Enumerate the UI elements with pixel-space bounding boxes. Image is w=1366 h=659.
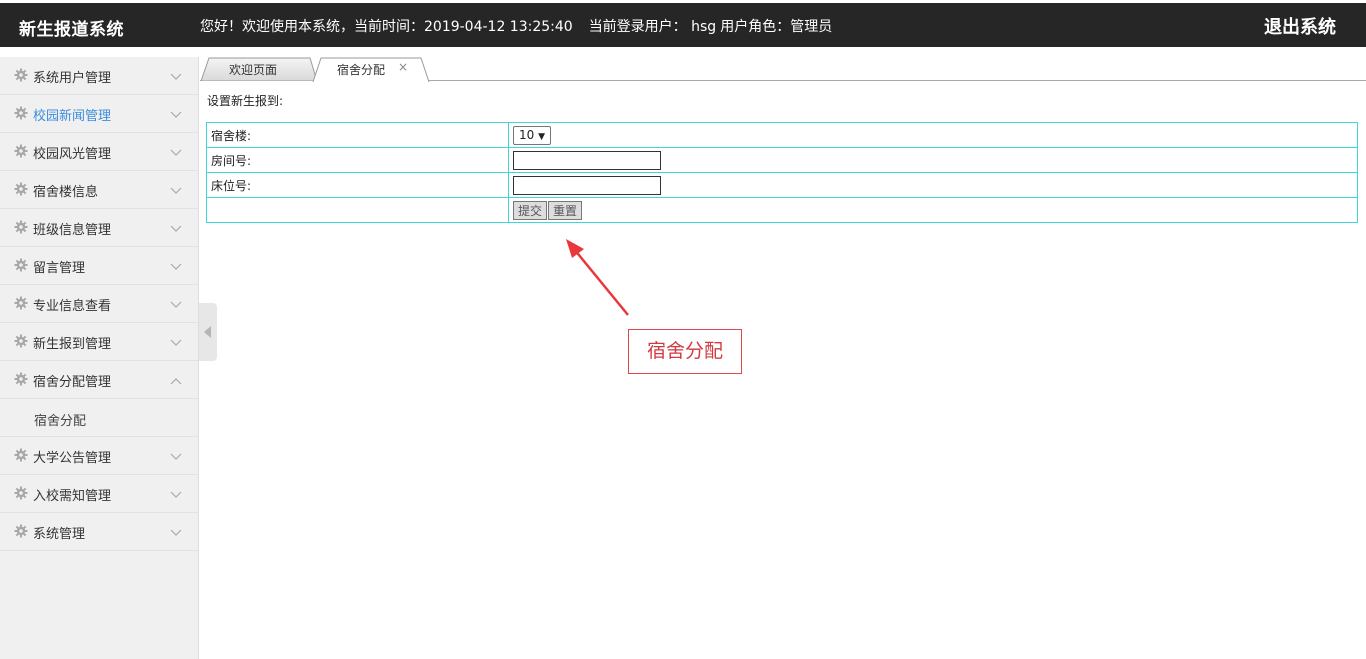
submit-button[interactable]: 提交: [513, 200, 548, 220]
form-row-bed: 床位号:: [206, 172, 1358, 198]
sidebar-item-0[interactable]: 系统用户管理: [0, 57, 198, 95]
login-user-text: 当前登录用户： hsg: [588, 19, 717, 35]
app-title: 新生报道系统: [19, 20, 124, 40]
gear-icon: [14, 68, 28, 82]
sidebar-item-label: 专业信息查看: [33, 299, 112, 314]
gear-icon: [14, 448, 28, 462]
logout-button[interactable]: 退出系统: [1264, 13, 1336, 39]
sidebar-item-label: 系统用户管理: [33, 71, 112, 86]
welcome-bar: 您好！欢迎使用本系统，当前时间：2019-04-12 13:25:40 当前登录用…: [200, 16, 832, 36]
chevron-left-icon: [204, 326, 211, 338]
chevron-down-icon: [170, 336, 182, 346]
sidebar-item-5[interactable]: 留言管理: [0, 247, 198, 285]
close-icon[interactable]: ×: [398, 60, 408, 74]
sidebar-collapse-handle[interactable]: [199, 303, 217, 361]
tab-welcome[interactable]: 欢迎页面: [200, 57, 318, 81]
gear-icon: [14, 220, 28, 234]
sidebar-item-label: 班级信息管理: [33, 223, 112, 238]
sidebar-item-6[interactable]: 专业信息查看: [0, 285, 198, 323]
dropdown-arrow-icon: ▼: [538, 131, 546, 142]
sidebar: 系统用户管理 校园新闻管理 校园风光管理 宿舍楼信息班级信息管理 留言管理专业信息查看新…: [0, 57, 199, 659]
room-label: 房间号:: [206, 147, 509, 173]
gear-icon: [14, 182, 28, 196]
annotation-callout: 宿舍分配: [628, 329, 742, 374]
dorm-assign-form: 宿舍楼: 10 ▼ 房间号: 床位号: 提交 重置: [206, 122, 1358, 223]
bed-label: 床位号:: [206, 172, 509, 198]
form-row-room: 房间号:: [206, 147, 1358, 173]
welcome-text: 您好！欢迎使用本系统，当前时间：2019-04-12 13:25:40: [200, 19, 573, 35]
reset-button[interactable]: 重置: [548, 200, 583, 220]
chevron-down-icon: [170, 70, 182, 80]
sidebar-item-9[interactable]: 大学公告管理: [0, 437, 198, 475]
gear-icon: [14, 258, 28, 272]
sidebar-item-7[interactable]: 新生报到管理: [0, 323, 198, 361]
chevron-down-icon: [170, 488, 182, 498]
tab-dorm-assign[interactable]: 宿舍分配 ×: [312, 57, 430, 82]
sidebar-item-label: 新生报到管理: [33, 337, 112, 352]
room-number-input[interactable]: [513, 150, 661, 170]
bed-number-input[interactable]: [513, 175, 661, 195]
sidebar-subitem-8-0[interactable]: 宿舍分配: [0, 399, 198, 437]
sidebar-item-10[interactable]: 入校需知管理: [0, 475, 198, 513]
dorm-label: 宿舍楼:: [206, 122, 509, 148]
tab-bar: 欢迎页面 宿舍分配 ×: [200, 57, 1366, 82]
dorm-cell: 10 ▼: [508, 122, 1358, 148]
gear-icon: [14, 486, 28, 500]
role-text: 用户角色：管理员: [720, 19, 833, 35]
chevron-down-icon: [170, 108, 182, 118]
chevron-down-icon: [170, 222, 182, 232]
sidebar-item-label: 系统管理: [33, 527, 86, 542]
sidebar-item-3[interactable]: 宿舍楼信息: [0, 171, 198, 209]
sidebar-item-label: 大学公告管理: [33, 451, 112, 466]
annotation-arrow: [566, 239, 629, 316]
chevron-down-icon: [170, 526, 182, 536]
sidebar-item-11[interactable]: 系统管理: [0, 513, 198, 551]
sidebar-item-label: 宿舍分配管理: [33, 375, 112, 390]
tab-welcome-label: 欢迎页面: [229, 63, 278, 77]
tab-dorm-assign-label: 宿舍分配: [337, 63, 386, 77]
gear-icon: [14, 334, 28, 348]
sidebar-item-label: 校园风光管理: [33, 147, 112, 162]
dorm-select-value: 10: [519, 127, 535, 142]
sidebar-item-4[interactable]: 班级信息管理: [0, 209, 198, 247]
sidebar-item-1[interactable]: 校园新闻管理: [0, 95, 198, 133]
chevron-down-icon: [170, 450, 182, 460]
chevron-down-icon: [170, 260, 182, 270]
sidebar-item-label: 宿舍楼信息: [33, 185, 99, 200]
chevron-down-icon: [170, 184, 182, 194]
sidebar-item-label: 校园新闻管理: [33, 109, 112, 124]
room-cell: [508, 147, 1358, 173]
sidebar-item-label: 入校需知管理: [33, 489, 112, 504]
gear-icon: [14, 296, 28, 310]
empty-cell: [206, 197, 509, 223]
gear-icon: [14, 372, 28, 386]
chevron-down-icon: [170, 146, 182, 156]
form-row-actions: 提交 重置: [206, 197, 1358, 223]
top-header: 新生报道系统 您好！欢迎使用本系统，当前时间：2019-04-12 13:25:…: [0, 3, 1366, 47]
bed-cell: [508, 172, 1358, 198]
chevron-up-icon: [170, 374, 182, 385]
form-row-dorm: 宿舍楼: 10 ▼: [206, 122, 1358, 148]
sidebar-item-8[interactable]: 宿舍分配管理: [0, 361, 198, 399]
sidebar-item-label: 留言管理: [33, 261, 86, 276]
dorm-select[interactable]: 10 ▼: [513, 125, 551, 145]
actions-cell: 提交 重置: [508, 197, 1358, 223]
page-heading: 设置新生报到:: [207, 94, 284, 108]
chevron-down-icon: [170, 298, 182, 308]
sidebar-subitem-label: 宿舍分配: [34, 414, 87, 429]
sidebar-item-2[interactable]: 校园风光管理: [0, 133, 198, 171]
gear-icon: [14, 106, 28, 120]
gear-icon: [14, 524, 28, 538]
gear-icon: [14, 144, 28, 158]
